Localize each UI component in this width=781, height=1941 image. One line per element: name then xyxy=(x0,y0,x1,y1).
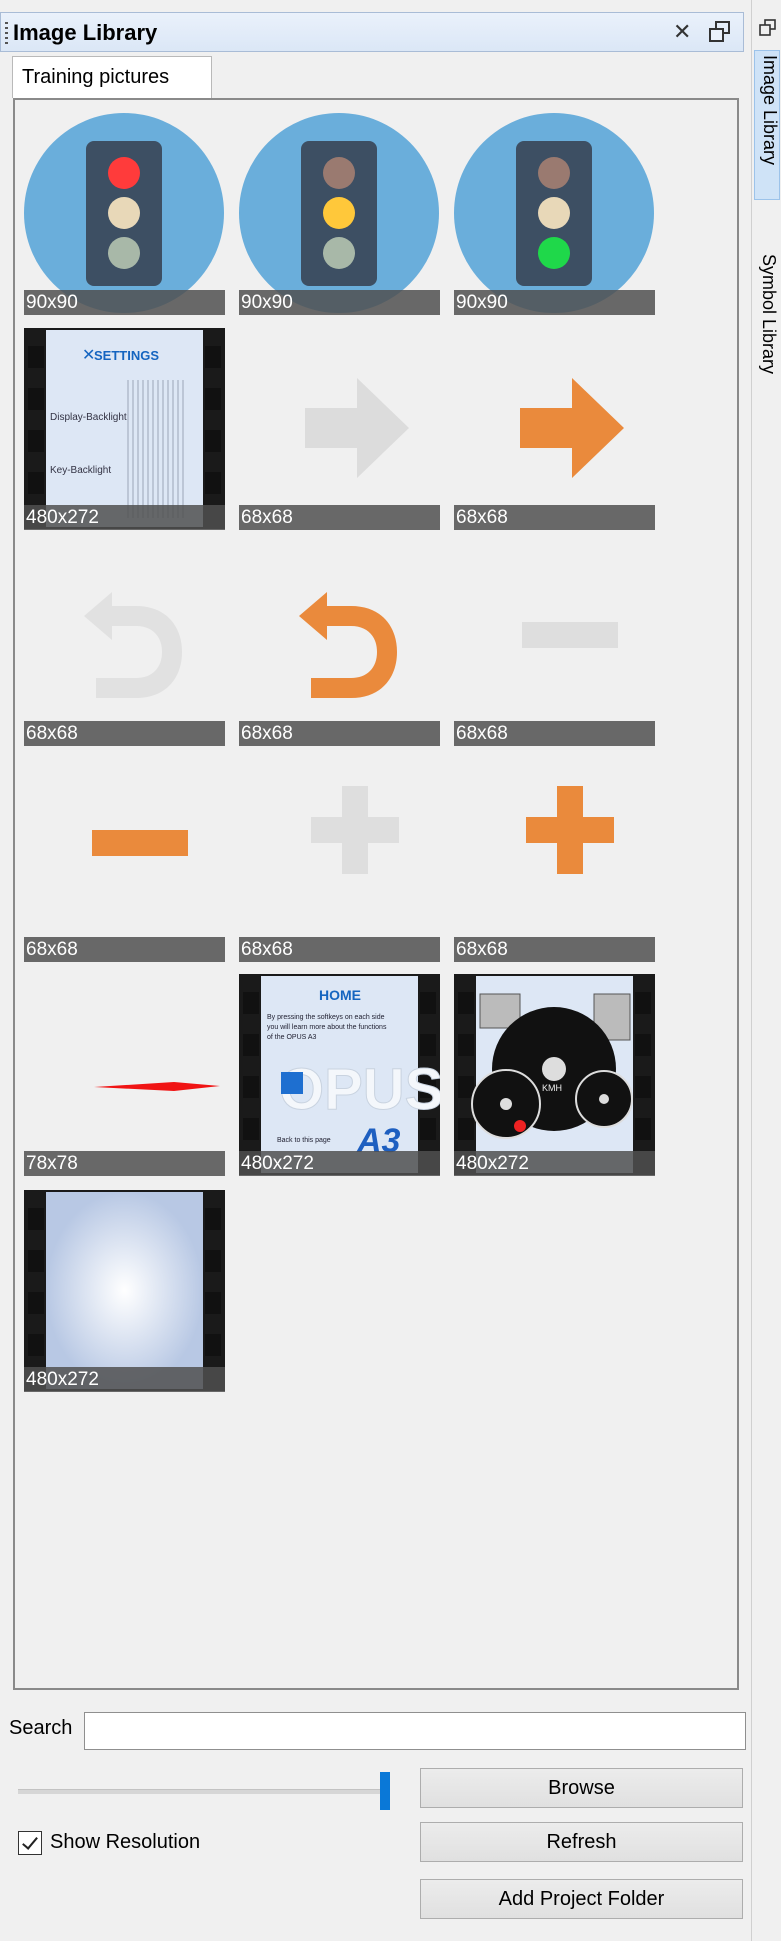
thumbnail-item[interactable]: 68x68 xyxy=(454,328,655,530)
screen-gauges-image: KMH xyxy=(454,974,655,1175)
thumbnail-item[interactable]: 68x68 xyxy=(239,544,440,746)
svg-text:✕: ✕ xyxy=(82,347,95,364)
thumbnail-resolution-label: 90x90 xyxy=(24,290,225,315)
svg-text:Back to this page: Back to this page xyxy=(277,1137,331,1144)
thumbnail-resolution-label: 90x90 xyxy=(239,290,440,315)
thumbnail-resolution-label: 480x272 xyxy=(239,1151,440,1176)
svg-text:of the OPUS A3: of the OPUS A3 xyxy=(267,1034,317,1041)
thumbnail-resolution-label: 68x68 xyxy=(454,505,655,530)
arrow-right-orange-image xyxy=(454,328,655,529)
svg-text:HOME: HOME xyxy=(319,987,361,1003)
thumbnail-item[interactable]: 90x90 xyxy=(454,113,655,315)
svg-text:Key-Backlight: Key-Backlight xyxy=(50,465,111,476)
thumbnail-item[interactable]: 78x78 xyxy=(24,974,225,1176)
thumbnail-item[interactable]: HOME By pressing the softkeys on each si… xyxy=(239,974,444,1176)
thumbnail-resolution-label: 480x272 xyxy=(454,1151,655,1176)
refresh-button[interactable]: Refresh xyxy=(420,1822,743,1862)
traffic-light-red-image xyxy=(24,113,225,314)
image-library-panel: Image Library ✕ Training pictures 90x90 … xyxy=(0,0,751,1941)
needle-red-image xyxy=(24,974,225,1175)
thumbnail-resolution-label: 78x78 xyxy=(24,1151,225,1176)
thumbnail-resolution-label: 90x90 xyxy=(454,290,655,315)
search-input[interactable] xyxy=(84,1712,746,1750)
plus-orange-image xyxy=(454,760,655,961)
thumbnail-resolution-label: 68x68 xyxy=(239,937,440,962)
traffic-light-green-image xyxy=(454,113,655,314)
thumbnail-item[interactable]: 68x68 xyxy=(454,544,655,746)
zoom-slider-handle[interactable] xyxy=(380,1772,390,1810)
side-tab-label: Image Library xyxy=(760,55,780,166)
thumbnail-item[interactable]: 68x68 xyxy=(454,760,655,962)
thumbnail-resolution-label: 68x68 xyxy=(454,721,655,746)
arrow-right-gray-image xyxy=(239,328,440,529)
side-tab-label: Symbol Library xyxy=(759,254,779,375)
thumbnail-resolution-label: 480x272 xyxy=(24,1367,225,1392)
tab-training-pictures[interactable]: Training pictures xyxy=(12,56,212,98)
back-arrow-gray-image xyxy=(24,544,225,745)
side-tab-symbol-library[interactable]: Symbol Library xyxy=(754,250,780,410)
side-dock: Image Library Symbol Library xyxy=(751,0,781,1941)
show-resolution-checkbox[interactable] xyxy=(18,1831,42,1855)
thumbnail-item[interactable]: 68x68 xyxy=(239,328,440,530)
svg-text:OPUS: OPUS xyxy=(279,1057,440,1122)
minus-orange-image xyxy=(24,760,225,961)
float-window-icon[interactable] xyxy=(758,18,778,38)
thumbnail-resolution-label: 68x68 xyxy=(239,505,440,530)
svg-text:SETTINGS: SETTINGS xyxy=(94,348,159,363)
svg-text:KMH: KMH xyxy=(542,1083,562,1093)
svg-text:Display-Backlight: Display-Backlight xyxy=(50,412,127,423)
thumbnail-item[interactable]: SETTINGS ✕ Display-Backlight Key-Backlig… xyxy=(24,328,225,530)
thumbnail-resolution-label: 68x68 xyxy=(24,721,225,746)
screen-settings-image: SETTINGS ✕ Display-Backlight Key-Backlig… xyxy=(24,328,225,529)
thumbnail-resolution-label: 480x272 xyxy=(24,505,225,530)
panel-title: Image Library xyxy=(13,20,158,45)
minus-gray-image xyxy=(454,544,655,745)
screen-blank-image xyxy=(24,1190,225,1391)
thumbnail-resolution-label: 68x68 xyxy=(24,937,225,962)
screen-home-image: HOME By pressing the softkeys on each si… xyxy=(239,974,444,1175)
grip-icon[interactable] xyxy=(5,22,8,44)
traffic-light-yellow-image xyxy=(239,113,440,314)
thumbnail-item[interactable]: KMH 480x272 xyxy=(454,974,655,1176)
search-label: Search xyxy=(9,1717,73,1739)
back-arrow-orange-image xyxy=(239,544,440,745)
thumbnail-item[interactable]: 480x272 xyxy=(24,1190,225,1392)
show-resolution-label: Show Resolution xyxy=(50,1831,201,1853)
svg-text:By pressing the softkeys on ea: By pressing the softkeys on each side xyxy=(267,1014,385,1021)
thumbnail-resolution-label: 68x68 xyxy=(454,937,655,962)
thumbnail-item[interactable]: 68x68 xyxy=(24,544,225,746)
close-icon[interactable]: ✕ xyxy=(673,19,691,45)
thumbnail-item[interactable]: 90x90 xyxy=(239,113,440,315)
thumbnail-gallery: 90x90 90x90 90x90 SETTINGS ✕ Display-Bac… xyxy=(13,98,739,1690)
thumbnail-resolution-label: 68x68 xyxy=(239,721,440,746)
svg-text:you will learn more about the: you will learn more about the functions xyxy=(267,1024,387,1031)
thumbnail-item[interactable]: 68x68 xyxy=(24,760,225,962)
browse-button[interactable]: Browse xyxy=(420,1768,743,1808)
panel-titlebar: Image Library ✕ xyxy=(0,12,744,52)
thumbnail-item[interactable]: 90x90 xyxy=(24,113,225,315)
add-project-folder-button[interactable]: Add Project Folder xyxy=(420,1879,743,1919)
float-window-icon[interactable] xyxy=(707,19,733,45)
side-tab-image-library[interactable]: Image Library xyxy=(754,50,780,200)
thumbnail-item[interactable]: 68x68 xyxy=(239,760,440,962)
plus-gray-image xyxy=(239,760,440,961)
zoom-slider-track[interactable] xyxy=(18,1789,388,1794)
